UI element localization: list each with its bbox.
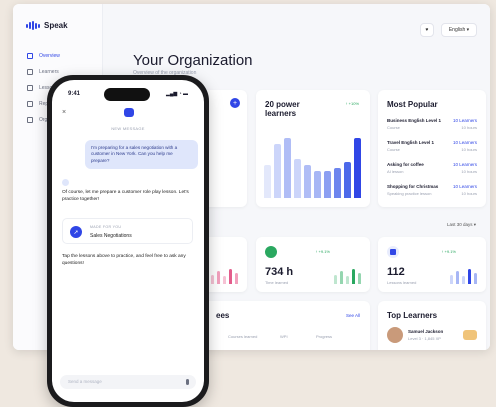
dynamic-island: [104, 88, 150, 101]
lessons-learned-value: 112: [387, 266, 405, 278]
robot-icon: [124, 108, 134, 117]
hours: 10 hours: [461, 125, 477, 130]
employees-title: ees: [216, 311, 230, 320]
date-range-value: Last 30 days: [447, 222, 473, 227]
learner-count: 10 Learners: [452, 184, 477, 189]
chart-bar: [334, 168, 341, 198]
stat-chart: [450, 268, 477, 284]
chart-bar: [324, 171, 331, 198]
list-item[interactable]: Business English Level 1 Course 10 Learn…: [387, 118, 477, 140]
sidebar-item-overview[interactable]: Overview: [27, 48, 60, 64]
target-icon: ➚: [70, 226, 82, 238]
page-title: Your Organization: [133, 52, 253, 69]
lesson-title: Sales Negotiations: [90, 233, 132, 239]
gear-icon: [27, 117, 33, 123]
learner-count: 10 Learners: [452, 162, 477, 167]
learner-meta: Level 3 · 1,845 XP: [408, 336, 441, 341]
grid-icon: [27, 53, 33, 59]
gift-icon: ♥: [425, 27, 429, 33]
chart-bar: [284, 138, 291, 198]
power-learners-chart: [264, 138, 361, 198]
chevron-down-icon: ▾: [466, 27, 470, 33]
clock-icon: [265, 246, 277, 258]
power-learners-delta: ↑ +10%: [345, 101, 359, 106]
speak-logo-icon: [26, 21, 40, 30]
most-popular-title: Most Popular: [387, 100, 438, 109]
power-learners-title: 20 power learners: [265, 100, 300, 118]
assistant-avatar-icon: [62, 179, 69, 186]
made-for-you-label: MADE FOR YOU: [90, 225, 122, 229]
chart-icon: [27, 101, 33, 107]
stat-delta: ↑ +9.1%: [315, 249, 330, 254]
learner-name: Samuel Jackson: [408, 329, 444, 334]
stat-chart: [334, 268, 361, 284]
stat-chart: [211, 268, 238, 284]
user-message-bubble: I'm preparing for a sales negotiation wi…: [85, 140, 198, 170]
date-range-select[interactable]: Last 30 days ▾: [447, 222, 476, 228]
message-input[interactable]: Send a message: [60, 375, 196, 389]
phone-mockup: 9:41 ▂▄▆ ◔ ▬ × NEW MESSAGE I'm preparing…: [47, 75, 209, 407]
lesson-card[interactable]: ➚ MADE FOR YOU Sales Negotiations: [62, 218, 193, 244]
new-message-label: NEW MESSAGE: [111, 126, 145, 131]
learner-count: 10 Learners: [452, 140, 477, 145]
status-time: 9:41: [68, 91, 81, 97]
power-learners-card: 20 power learners ↑ +10%: [256, 90, 370, 207]
book-icon: [27, 85, 33, 91]
list-item[interactable]: Asking for coffee AI lesson 10 Learners …: [387, 162, 477, 184]
time-learned-value: 734 h: [265, 266, 294, 278]
stat-delta: ↑ +9.1%: [441, 249, 456, 254]
close-icon[interactable]: ×: [62, 109, 66, 116]
book-icon: [387, 246, 399, 258]
top-learners-card: Top Learners Samuel Jackson Level 3 · 1,…: [378, 301, 486, 350]
logo[interactable]: Speak: [26, 21, 68, 30]
top-learners-title: Top Learners: [387, 311, 438, 320]
chart-bar: [294, 159, 301, 198]
gift-button[interactable]: ♥: [420, 23, 434, 37]
app-name: Speak: [44, 21, 68, 30]
language-select[interactable]: English ▾: [441, 23, 477, 37]
lessons-learned-label: Lessons learned: [387, 280, 417, 285]
sidebar-item-label: Overview: [39, 53, 60, 59]
chart-bar: [274, 144, 281, 198]
see-all-link[interactable]: See All: [346, 313, 360, 318]
column-header: Courses learned: [228, 334, 258, 339]
assistant-message: Tap the lessons above to practice, and f…: [62, 254, 186, 266]
chart-bar: [354, 138, 361, 198]
phone-screen: 9:41 ▂▄▆ ◔ ▬ × NEW MESSAGE I'm preparing…: [52, 80, 204, 402]
chart-bar: [264, 165, 271, 198]
hours: 10 hours: [461, 147, 477, 152]
sidebar-item-learners[interactable]: Learners: [27, 64, 60, 80]
time-learned-card: ↑ +9.1% 734 h Time learned: [256, 237, 370, 292]
users-icon: [27, 69, 33, 75]
avatar: [387, 327, 403, 343]
signal-battery-icon: ▂▄▆ ◔ ▬: [165, 91, 188, 97]
hours: 10 hours: [461, 191, 477, 196]
chart-bar: [344, 162, 351, 198]
chart-bar: [304, 165, 311, 198]
most-popular-card: Most Popular Business English Level 1 Co…: [378, 90, 486, 207]
assistant-message: Of course, let me prepare a customer rol…: [62, 190, 189, 202]
trophy-icon: [463, 330, 477, 340]
time-learned-label: Time learned: [265, 280, 289, 285]
learner-count: 10 Learners: [452, 118, 477, 123]
lessons-learned-card: ↑ +9.1% 112 Lessons learned: [378, 237, 486, 292]
language-value: English: [448, 27, 466, 33]
chart-bar: [314, 171, 321, 198]
list-item[interactable]: Travel English Level 1 Course 10 Learner…: [387, 140, 477, 162]
column-header: Progress: [316, 334, 333, 339]
hours: 10 hours: [461, 169, 477, 174]
add-icon[interactable]: +: [230, 98, 240, 108]
microphone-icon[interactable]: [186, 379, 189, 385]
list-item[interactable]: Shopping for Christmas Speaking practice…: [387, 184, 477, 206]
column-header: WPI: [280, 334, 288, 339]
chevron-down-icon: ▾: [473, 222, 477, 227]
input-placeholder: Send a message: [68, 379, 102, 384]
sidebar-item-label: Learners: [39, 69, 59, 75]
